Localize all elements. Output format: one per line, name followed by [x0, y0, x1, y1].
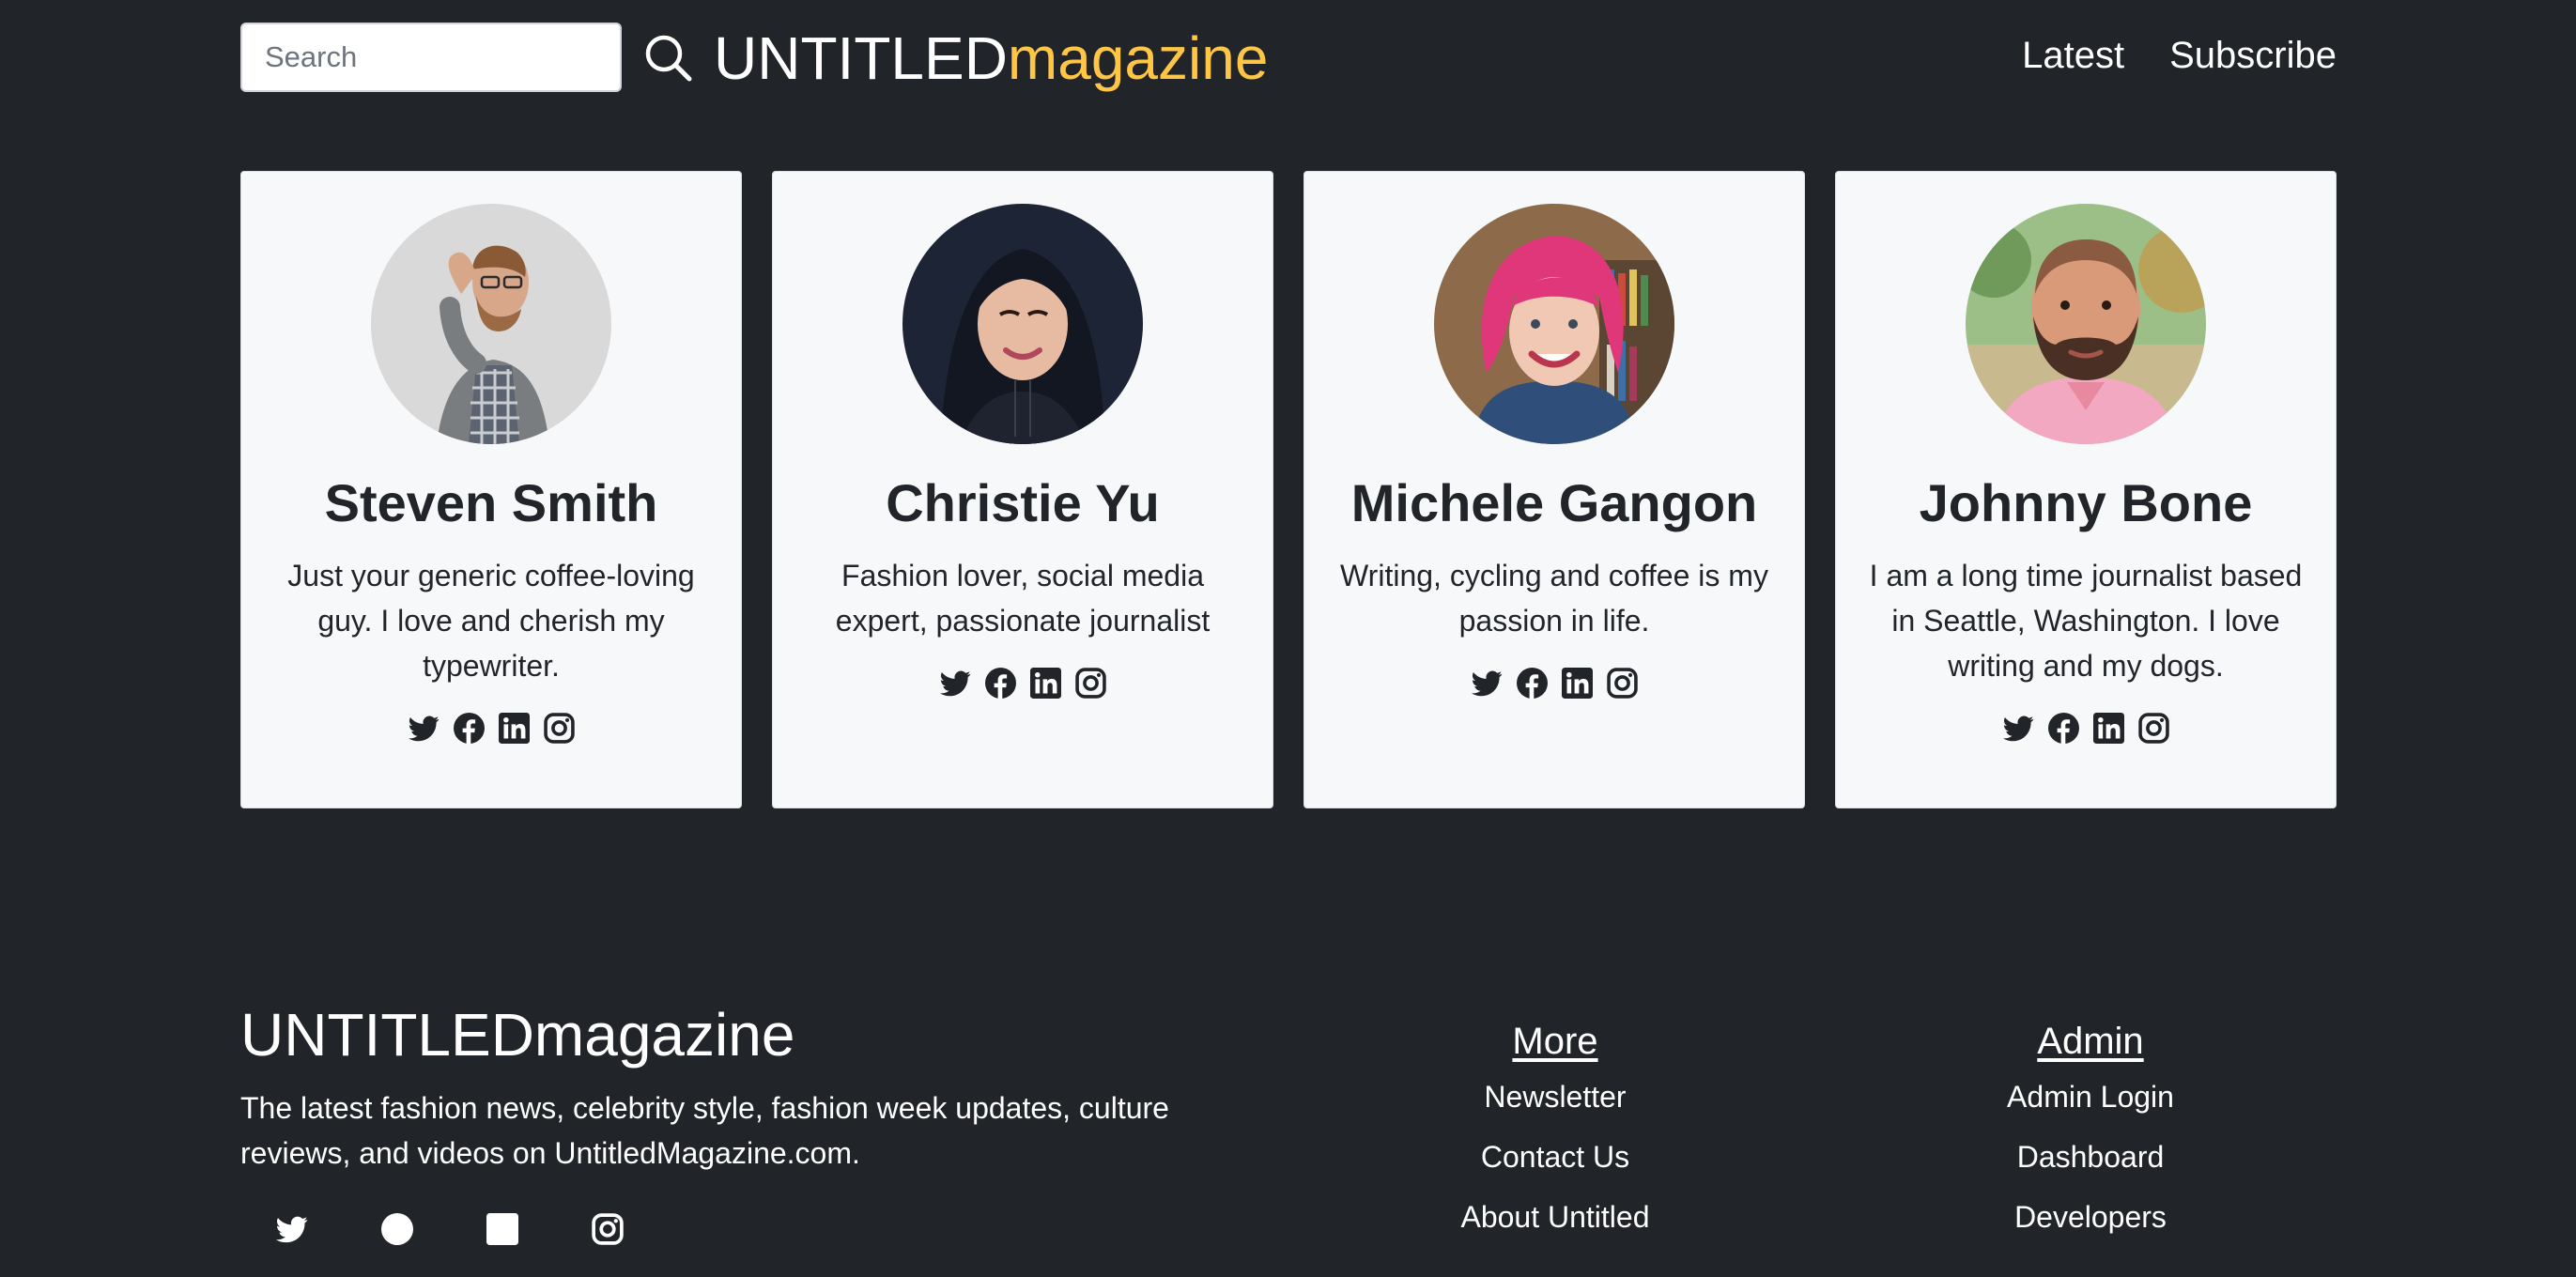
twitter-icon[interactable]	[2003, 713, 2034, 744]
instagram-icon[interactable]	[1075, 668, 1106, 699]
instagram-icon[interactable]	[544, 713, 575, 744]
search-icon[interactable]	[642, 32, 695, 85]
author-card: Steven Smith Just your generic coffee-lo…	[240, 171, 742, 808]
footer-column-title: Admin	[2037, 1021, 2144, 1062]
footer-links: Admin Login Dashboard Developers	[1921, 1069, 2260, 1249]
main-nav: Latest Subscribe	[2022, 30, 2337, 81]
brand-accent-part: magazine	[1007, 24, 1269, 92]
footer-link-admin-login[interactable]: Admin Login	[2007, 1080, 2174, 1114]
footer-links: Newsletter Contact Us About Untitled	[1386, 1069, 1724, 1249]
page: UNTITLEDmagazine Latest Subscribe	[0, 0, 2576, 1277]
footer-description: The latest fashion news, celebrity style…	[240, 1091, 1169, 1170]
author-bio: Fashion lover, social media expert, pass…	[835, 559, 1211, 638]
avatar	[902, 204, 1143, 444]
footer-column-title: More	[1512, 1021, 1598, 1062]
linkedin-icon[interactable]	[1030, 668, 1061, 699]
author-socials	[2003, 713, 2169, 744]
linkedin-icon[interactable]	[2093, 713, 2124, 744]
author-card: Christie Yu Fashion lover, social media …	[772, 171, 1273, 808]
avatar	[1434, 204, 1674, 444]
twitter-icon[interactable]	[1472, 668, 1503, 699]
brand-logo-link[interactable]: UNTITLEDmagazine	[714, 24, 1268, 92]
footer-link-developers[interactable]: Developers	[2014, 1200, 2167, 1234]
facebook-icon[interactable]	[985, 668, 1016, 699]
twitter-icon[interactable]	[276, 1213, 308, 1245]
author-bio: I am a long time journalist based in Sea…	[1869, 559, 2303, 683]
author-bio: Just your generic coffee-loving guy. I l…	[287, 559, 695, 683]
facebook-icon[interactable]	[381, 1213, 413, 1245]
footer-column-admin: Admin Admin Login Dashboard Developers	[1921, 1018, 2260, 1249]
author-bio: Writing, cycling and coffee is my passio…	[1340, 559, 1768, 638]
facebook-icon[interactable]	[454, 713, 485, 744]
footer-socials	[276, 1213, 624, 1245]
instagram-icon[interactable]	[2138, 713, 2169, 744]
author-name: Christie Yu	[886, 473, 1160, 532]
search-input[interactable]	[240, 23, 622, 92]
author-socials	[409, 713, 575, 744]
author-card: Michele Gangon Writing, cycling and coff…	[1303, 171, 1805, 808]
footer-link-contact-us[interactable]: Contact Us	[1481, 1140, 1629, 1174]
author-name: Steven Smith	[324, 473, 658, 532]
footer-link-dashboard[interactable]: Dashboard	[2017, 1140, 2165, 1174]
footer-brand: UNTITLEDmagazine	[240, 1001, 795, 1069]
avatar	[1966, 204, 2206, 444]
facebook-icon[interactable]	[2048, 713, 2079, 744]
author-socials	[1472, 668, 1638, 699]
instagram-icon[interactable]	[592, 1213, 624, 1245]
nav-link-subscribe[interactable]: Subscribe	[2169, 30, 2337, 81]
linkedin-icon[interactable]	[499, 713, 530, 744]
author-card: Johnny Bone I am a long time journalist …	[1835, 171, 2337, 808]
nav-link-latest[interactable]: Latest	[2022, 30, 2124, 81]
instagram-icon[interactable]	[1607, 668, 1638, 699]
author-name: Michele Gangon	[1350, 473, 1758, 532]
avatar	[371, 204, 611, 444]
author-socials	[940, 668, 1106, 699]
author-name: Johnny Bone	[1919, 473, 2253, 532]
footer-link-newsletter[interactable]: Newsletter	[1484, 1080, 1626, 1114]
footer-column-more: More Newsletter Contact Us About Untitle…	[1386, 1018, 1724, 1249]
top-navbar: UNTITLEDmagazine Latest Subscribe	[240, 21, 2337, 96]
linkedin-icon[interactable]	[1562, 668, 1593, 699]
footer-link-about-untitled[interactable]: About Untitled	[1460, 1200, 1649, 1234]
twitter-icon[interactable]	[940, 668, 971, 699]
author-cards: Steven Smith Just your generic coffee-lo…	[240, 171, 2337, 808]
twitter-icon[interactable]	[409, 713, 440, 744]
facebook-icon[interactable]	[1517, 668, 1548, 699]
linkedin-icon[interactable]	[486, 1213, 518, 1245]
brand-name-part: UNTITLED	[714, 24, 1008, 92]
